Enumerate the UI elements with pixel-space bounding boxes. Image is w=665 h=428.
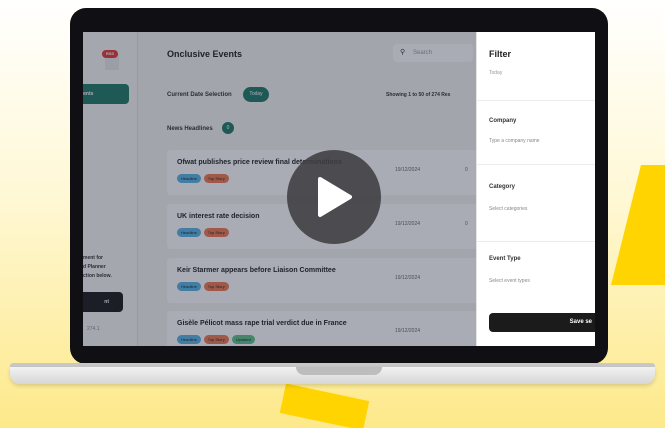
- save-search-button[interactable]: Save se: [489, 313, 595, 332]
- date-field[interactable]: Today: [489, 70, 502, 76]
- company-label: Company: [489, 118, 517, 124]
- category-select[interactable]: Select categories: [489, 202, 595, 216]
- filter-divider: [477, 241, 595, 242]
- filter-divider: [477, 100, 595, 101]
- event-type-select[interactable]: Select event types: [489, 274, 595, 288]
- filter-divider: [477, 164, 595, 165]
- filter-panel: Filter Today Company Type a company name…: [476, 32, 595, 346]
- category-label: Category: [489, 184, 516, 190]
- video-play-button[interactable]: [287, 150, 381, 244]
- modal-overlay[interactable]: [83, 32, 476, 346]
- event-type-label: Event Type: [489, 256, 521, 262]
- play-icon: [318, 177, 352, 217]
- laptop-notch: [296, 367, 382, 375]
- decorative-yellow-shape-right: [611, 165, 665, 285]
- decorative-yellow-shape-bottom: [279, 383, 370, 428]
- filter-title: Filter: [489, 49, 512, 59]
- company-input[interactable]: Type a company name: [489, 134, 595, 148]
